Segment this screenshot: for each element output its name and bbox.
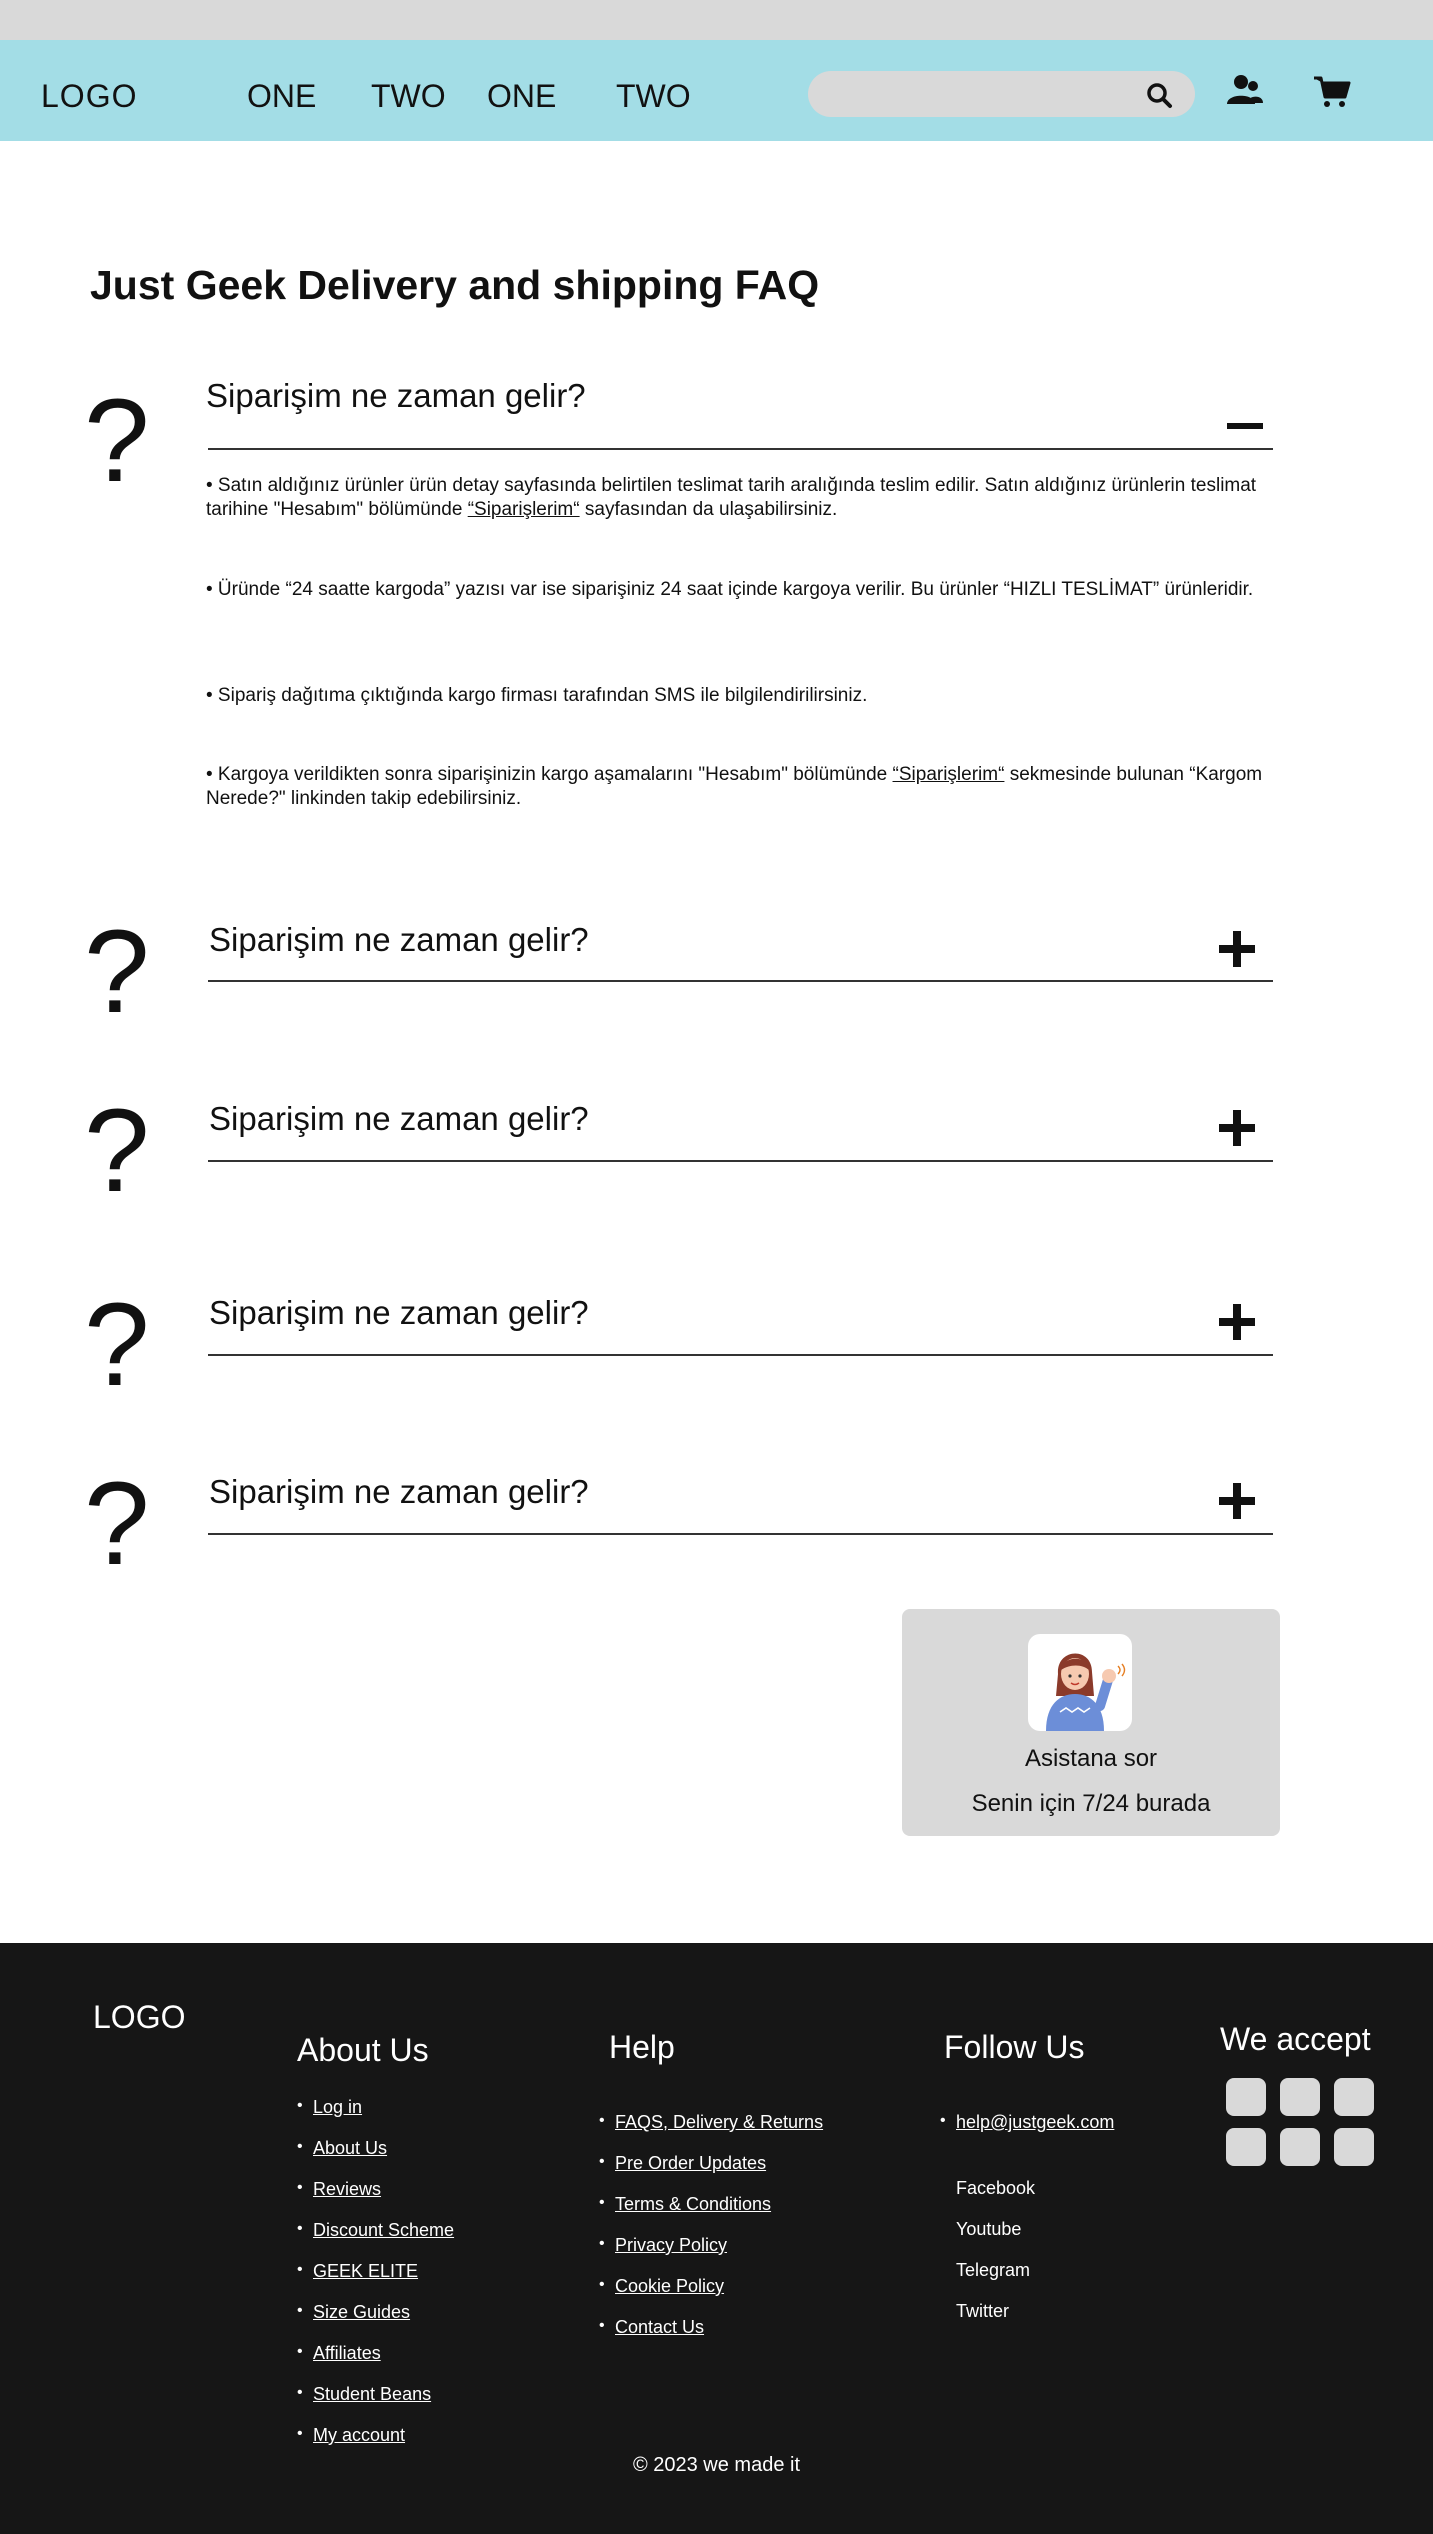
help-heading: Help xyxy=(609,2029,675,2065)
plus-icon[interactable] xyxy=(1213,1477,1261,1525)
list-item: Terms & Conditions xyxy=(599,2194,823,2235)
assistant-avatar xyxy=(1028,1634,1132,1731)
footer-link-terms-conditions[interactable]: Terms & Conditions xyxy=(615,2194,771,2214)
payment-method-icon xyxy=(1226,2128,1266,2166)
faq-question[interactable]: Siparişim ne zaman gelir? xyxy=(209,1294,589,1332)
plus-icon[interactable] xyxy=(1213,1104,1261,1152)
assistant-title: Asistana sor xyxy=(1024,1745,1158,1772)
list-item: Contact Us xyxy=(599,2317,823,2358)
answer-text: • Kargoya verildikten sonra siparişinizi… xyxy=(206,764,893,785)
social-link-facebook[interactable]: Facebook xyxy=(956,2178,1035,2219)
payment-method-icon xyxy=(1226,2078,1266,2116)
siparislerim-link[interactable]: “Siparişlerim“ xyxy=(893,764,1005,785)
faq-divider xyxy=(208,1533,1273,1535)
follow-heading: Follow Us xyxy=(944,2029,1085,2065)
answer-paragraph: • Üründe “24 saatte kargoda” yazısı var … xyxy=(206,579,1254,600)
search-icon[interactable] xyxy=(1145,81,1173,109)
payment-method-icon xyxy=(1334,2078,1374,2116)
payment-method-icon xyxy=(1280,2128,1320,2166)
site-footer: LOGO About Us Log in About Us Reviews Di… xyxy=(0,1943,1433,2534)
list-item: Affiliates xyxy=(297,2343,454,2384)
payment-method-icon xyxy=(1280,2078,1320,2116)
question-mark-icon: ? xyxy=(84,906,150,1038)
faq-divider xyxy=(208,448,1273,450)
faq-divider xyxy=(208,1160,1273,1162)
footer-link-privacy-policy[interactable]: Privacy Policy xyxy=(615,2235,727,2255)
answer-paragraph: • Satın aldığınız ürünler ürün detay say… xyxy=(206,474,1276,522)
help-links: FAQS, Delivery & Returns Pre Order Updat… xyxy=(599,2112,823,2358)
footer-link-cookie-policy[interactable]: Cookie Policy xyxy=(615,2276,724,2296)
social-link-telegram[interactable]: Telegram xyxy=(956,2260,1035,2301)
question-mark-icon: ? xyxy=(84,1279,150,1411)
social-links: Facebook Youtube Telegram Twitter xyxy=(956,2178,1035,2342)
nav-item-one[interactable]: ONE xyxy=(247,78,316,115)
footer-link-discount-scheme[interactable]: Discount Scheme xyxy=(313,2220,454,2240)
faq-question[interactable]: Siparişim ne zaman gelir? xyxy=(209,921,589,959)
about-heading: About Us xyxy=(297,2032,429,2068)
nav-item-two[interactable]: TWO xyxy=(371,78,446,115)
header-logo[interactable]: LOGO xyxy=(41,78,137,115)
assistant-subtitle: Senin için 7/24 burada xyxy=(971,1790,1211,1817)
list-item: Size Guides xyxy=(297,2302,454,2343)
page-title: Just Geek Delivery and shipping FAQ xyxy=(90,262,820,308)
list-item: FAQS, Delivery & Returns xyxy=(599,2112,823,2153)
footer-logo[interactable]: LOGO xyxy=(93,1999,185,2036)
faq-divider xyxy=(208,1354,1273,1356)
plus-icon[interactable] xyxy=(1213,925,1261,973)
list-item: Privacy Policy xyxy=(599,2235,823,2276)
list-item: Discount Scheme xyxy=(297,2220,454,2261)
copyright: © 2023 we made it xyxy=(632,2454,801,2476)
footer-link-my-account[interactable]: My account xyxy=(313,2425,405,2445)
list-item: About Us xyxy=(297,2138,454,2179)
faq-question[interactable]: Siparişim ne zaman gelir? xyxy=(209,1473,589,1511)
list-item: Pre Order Updates xyxy=(599,2153,823,2194)
footer-email-link[interactable]: help@justgeek.com xyxy=(956,2112,1114,2132)
list-item: Cookie Policy xyxy=(599,2276,823,2317)
list-item: Log in xyxy=(297,2097,454,2138)
question-mark-icon: ? xyxy=(84,375,150,507)
question-mark-icon: ? xyxy=(84,1458,150,1590)
social-link-twitter[interactable]: Twitter xyxy=(956,2301,1035,2342)
search-input[interactable] xyxy=(808,71,1195,117)
accept-heading: We accept xyxy=(1220,2021,1371,2057)
minus-icon[interactable] xyxy=(1221,402,1269,450)
list-item: Reviews xyxy=(297,2179,454,2220)
list-item: GEEK ELITE xyxy=(297,2261,454,2302)
list-item: help@justgeek.com xyxy=(940,2112,1114,2153)
top-strip xyxy=(0,0,1433,40)
faq-question[interactable]: Siparişim ne zaman gelir? xyxy=(209,1100,589,1138)
assistant-card[interactable]: Asistana sor Senin için 7/24 burada xyxy=(902,1609,1280,1836)
footer-link-pre-order-updates[interactable]: Pre Order Updates xyxy=(615,2153,766,2173)
answer-text: sayfasından da ulaşabilirsiniz. xyxy=(579,499,838,520)
answer-paragraph: • Sipariş dağıtıma çıktığında kargo firm… xyxy=(206,685,868,706)
footer-link-faqs-delivery-returns[interactable]: FAQS, Delivery & Returns xyxy=(615,2112,823,2132)
site-header: LOGO ONE TWO ONE TWO xyxy=(0,40,1433,141)
assistant-illustration xyxy=(1046,1653,1126,1731)
cart-icon[interactable] xyxy=(1310,70,1354,114)
social-link-youtube[interactable]: Youtube xyxy=(956,2219,1035,2260)
footer-link-affiliates[interactable]: Affiliates xyxy=(313,2343,381,2363)
plus-icon[interactable] xyxy=(1213,1298,1261,1346)
answer-paragraph: • Kargoya verildikten sonra siparişinizi… xyxy=(206,763,1276,811)
footer-link-reviews[interactable]: Reviews xyxy=(313,2179,381,2199)
user-icon[interactable] xyxy=(1223,70,1267,114)
question-mark-icon: ? xyxy=(84,1085,150,1217)
footer-link-log-in[interactable]: Log in xyxy=(313,2097,362,2117)
footer-link-student-beans[interactable]: Student Beans xyxy=(313,2384,431,2404)
payment-method-icon xyxy=(1334,2128,1374,2166)
faq-question[interactable]: Siparişim ne zaman gelir? xyxy=(206,377,586,415)
footer-link-geek-elite[interactable]: GEEK ELITE xyxy=(313,2261,418,2281)
footer-link-size-guides[interactable]: Size Guides xyxy=(313,2302,410,2322)
faq-divider xyxy=(208,980,1273,982)
about-links: Log in About Us Reviews Discount Scheme … xyxy=(297,2097,454,2466)
list-item: Student Beans xyxy=(297,2384,454,2425)
footer-link-contact-us[interactable]: Contact Us xyxy=(615,2317,704,2337)
nav-item-two-2[interactable]: TWO xyxy=(616,78,691,115)
siparislerim-link[interactable]: “Siparişlerim“ xyxy=(468,499,580,520)
footer-link-about-us[interactable]: About Us xyxy=(313,2138,387,2158)
follow-email-list: help@justgeek.com xyxy=(940,2112,1114,2153)
nav-item-one-2[interactable]: ONE xyxy=(487,78,556,115)
